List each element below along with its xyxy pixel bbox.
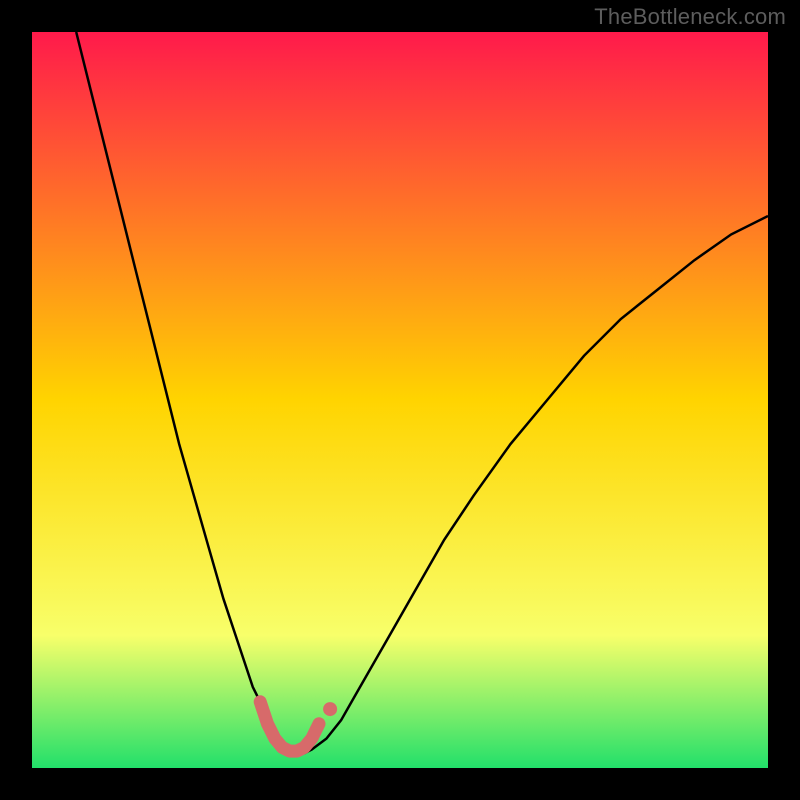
bottleneck-chart <box>32 32 768 768</box>
highlight-end-dot <box>323 702 337 716</box>
chart-frame: TheBottleneck.com <box>0 0 800 800</box>
gradient-background <box>32 32 768 768</box>
watermark-text: TheBottleneck.com <box>594 4 786 30</box>
